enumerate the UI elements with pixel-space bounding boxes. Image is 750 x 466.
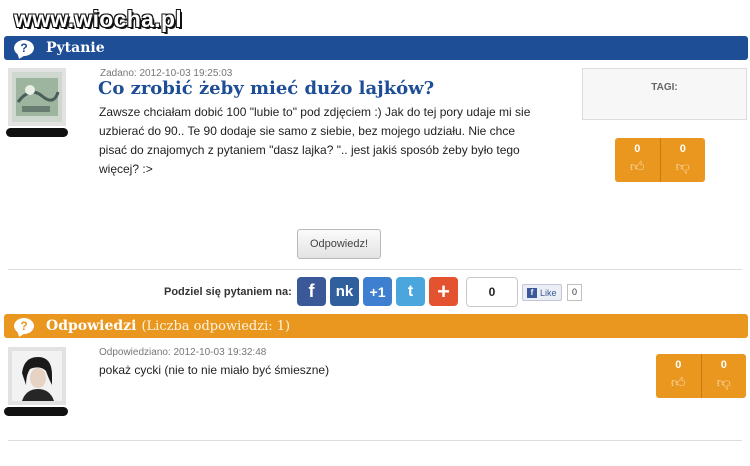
divider [8,269,742,270]
question-section-title: Pytanie [46,40,105,56]
answer-button[interactable]: Odpowiedz! [297,229,381,259]
question-body-line: pisać do znajomych z pytaniem "dasz lajk… [99,143,520,157]
divider [8,440,742,441]
more-share-icon[interactable]: + [429,277,458,306]
answer-author-name-redacted [4,407,68,416]
answers-section-title: Odpowiedzi [46,318,137,334]
answers-section-header: ? Odpowiedzi (Liczba odpowiedzi: 1) [4,314,748,338]
answer-downvote-button[interactable]: 0 👎︎ [700,354,746,398]
nasza-klasa-share-icon[interactable]: nk [330,277,359,306]
question-body-line: uzbierać do 90.. Te 90 dodaje sie samo z… [99,124,516,138]
thumbs-up-icon: 👍︎ [629,158,645,174]
google-plus-share-icon[interactable]: +1 [363,277,392,306]
facebook-share-icon[interactable]: f [297,277,326,306]
question-icon: ? [14,318,34,334]
facebook-like-count: 0 [567,284,583,301]
facebook-like-label: Like [540,287,557,298]
question-title[interactable]: Co zrobić żeby mieć dużo lajków? [98,78,434,99]
question-downvote-count: 0 [679,143,686,155]
question-body-line: więcej? :> [99,162,153,176]
answer-author-avatar[interactable] [8,347,66,405]
answer-downvote-count: 0 [720,359,727,371]
facebook-like-button[interactable]: f Like [522,284,562,301]
question-author-avatar[interactable] [8,68,66,126]
share-count: 0 [466,277,518,307]
thumbs-up-icon: 👍︎ [670,374,686,390]
tags-label: TAGI: [651,82,678,93]
answer-upvote-button[interactable]: 0 👍︎ [656,354,701,398]
question-icon: ? [14,40,34,56]
answer-text: pokaż cycki (nie to nie miało być śmiesz… [99,363,330,377]
question-vote-widget: 0 👍︎ 0 👎︎ [615,138,705,182]
facebook-icon: f [527,287,537,298]
question-body: Zawsze chciałam dobić 100 "lubie to" pod… [99,103,579,179]
answer-date: Odpowiedziano: 2012-10-03 19:32:48 [99,347,267,358]
question-section-header: ? Pytanie [4,36,748,60]
question-downvote-button[interactable]: 0 👎︎ [659,138,705,182]
question-upvote-button[interactable]: 0 👍︎ [615,138,660,182]
watermark: www.wiocha.pl [14,6,182,32]
twitter-share-icon[interactable]: t [396,277,425,306]
thumbs-down-icon: 👎︎ [675,158,690,174]
question-body-line: Zawsze chciałam dobić 100 "lubie to" pod… [99,105,531,119]
tags-box: TAGI: [582,68,747,120]
question-author-name-redacted [6,128,68,137]
answers-count: (Liczba odpowiedzi: 1) [141,318,291,334]
answer-upvote-count: 0 [675,359,682,371]
question-upvote-count: 0 [634,143,641,155]
thumbs-down-icon: 👎︎ [716,374,731,390]
answer-vote-widget: 0 👍︎ 0 👎︎ [656,354,746,398]
share-label: Podziel się pytaniem na: [164,286,292,298]
